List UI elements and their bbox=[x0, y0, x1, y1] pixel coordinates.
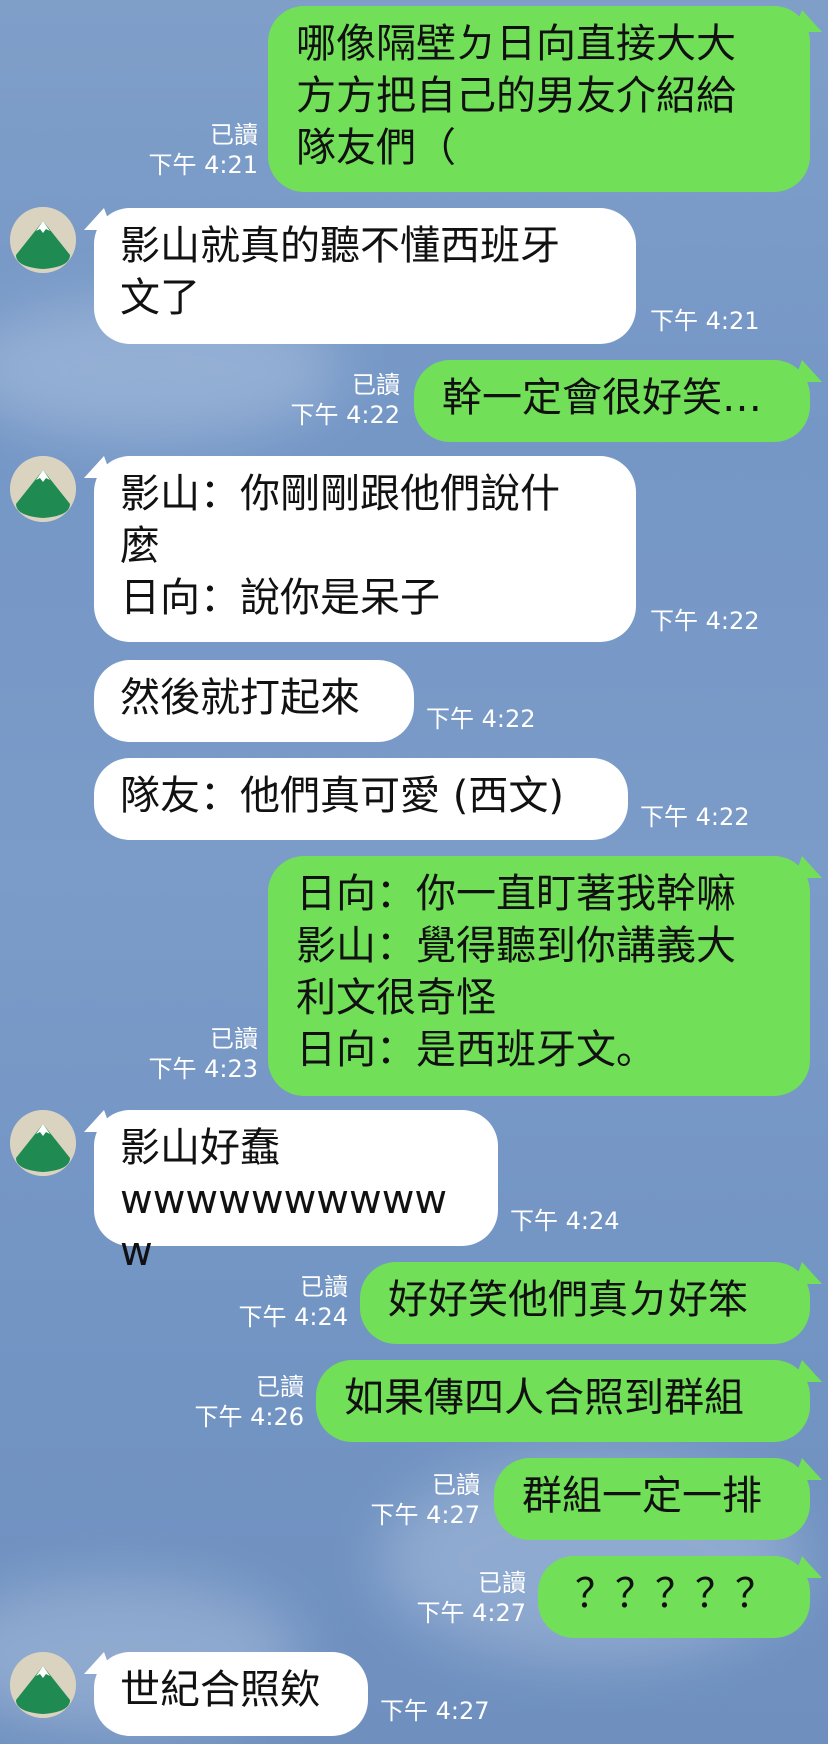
message-meta: 已讀 下午 4:24 bbox=[224, 1272, 348, 1332]
bubble-tail bbox=[793, 1360, 828, 1382]
message-bubble-sent[interactable]: 好好笑他們真ㄉ好笨 bbox=[360, 1262, 810, 1344]
message-bubble-received[interactable]: 然後就打起來 bbox=[94, 660, 414, 742]
message-time: 下午 4:22 bbox=[426, 705, 536, 733]
message-time: 下午 4:22 bbox=[290, 401, 400, 429]
message-time: 下午 4:27 bbox=[370, 1501, 480, 1529]
message-meta: 已讀 下午 4:27 bbox=[356, 1470, 480, 1530]
bubble-tail bbox=[793, 856, 828, 878]
mountain-icon bbox=[10, 1110, 76, 1176]
message-bubble-sent[interactable]: 如果傳四人合照到群組 bbox=[316, 1360, 810, 1442]
message-bubble-received[interactable]: 影山就真的聽不懂西班牙 文了 bbox=[94, 208, 636, 344]
message-bubble-sent[interactable]: 幹一定會很好笑… bbox=[414, 360, 810, 442]
message-time: 下午 4:22 bbox=[640, 803, 750, 831]
message-meta: 已讀 下午 4:26 bbox=[180, 1372, 304, 1432]
message-time: 下午 4:24 bbox=[238, 1303, 348, 1331]
read-receipt: 已讀 bbox=[478, 1569, 526, 1597]
message-bubble-sent[interactable]: 群組一定一排 bbox=[494, 1458, 810, 1540]
mountain-icon bbox=[10, 1652, 76, 1718]
avatar[interactable] bbox=[10, 456, 76, 522]
message-meta: 已讀 下午 4:22 bbox=[280, 370, 400, 430]
message-time: 下午 4:26 bbox=[194, 1403, 304, 1431]
bubble-tail bbox=[793, 1458, 828, 1480]
avatar[interactable] bbox=[10, 207, 76, 273]
message-time: 下午 4:27 bbox=[416, 1599, 526, 1627]
message-bubble-received[interactable]: 隊友：他們真可愛 (西文) bbox=[94, 758, 628, 840]
bubble-tail bbox=[793, 360, 828, 382]
message-meta: 已讀 下午 4:23 bbox=[136, 1024, 258, 1084]
message-time: 下午 4:23 bbox=[148, 1055, 258, 1083]
read-receipt: 已讀 bbox=[300, 1273, 348, 1301]
mountain-icon bbox=[10, 456, 76, 522]
message-bubble-received[interactable]: 世紀合照欸 bbox=[94, 1652, 368, 1736]
avatar[interactable] bbox=[10, 1652, 76, 1718]
mountain-icon bbox=[10, 207, 76, 273]
avatar[interactable] bbox=[10, 1110, 76, 1176]
message-time: 下午 4:22 bbox=[650, 607, 760, 635]
message-time: 下午 4:27 bbox=[380, 1697, 490, 1725]
message-meta: 已讀 下午 4:21 bbox=[140, 120, 258, 180]
message-bubble-received[interactable]: 影山好蠢 wwwwwwwwwww bbox=[94, 1110, 498, 1275]
read-receipt: 已讀 bbox=[432, 1471, 480, 1499]
message-meta: 已讀 下午 4:27 bbox=[402, 1568, 526, 1628]
message-bubble-received[interactable]: 影山：你剛剛跟他們說什 麼 日向：說你是呆子 bbox=[94, 456, 636, 642]
read-receipt: 已讀 bbox=[210, 121, 258, 149]
message-time: 下午 4:21 bbox=[650, 307, 760, 335]
read-receipt: 已讀 bbox=[256, 1373, 304, 1401]
message-bubble-sent[interactable]: 日向：你一直盯著我幹嘛 影山：覺得聽到你講義大 利文很奇怪 日向：是西班牙文。 bbox=[268, 856, 810, 1096]
read-receipt: 已讀 bbox=[352, 371, 400, 399]
message-bubble-sent[interactable]: ？？？？？ bbox=[538, 1556, 810, 1638]
bubble-tail bbox=[793, 1262, 828, 1284]
message-time: 下午 4:24 bbox=[510, 1207, 620, 1235]
message-bubble-sent[interactable]: 哪像隔壁ㄉ日向直接大大 方方把自己的男友介紹給 隊友們（ bbox=[268, 6, 810, 192]
read-receipt: 已讀 bbox=[210, 1025, 258, 1053]
bubble-tail bbox=[793, 10, 828, 32]
message-time: 下午 4:21 bbox=[148, 151, 258, 179]
